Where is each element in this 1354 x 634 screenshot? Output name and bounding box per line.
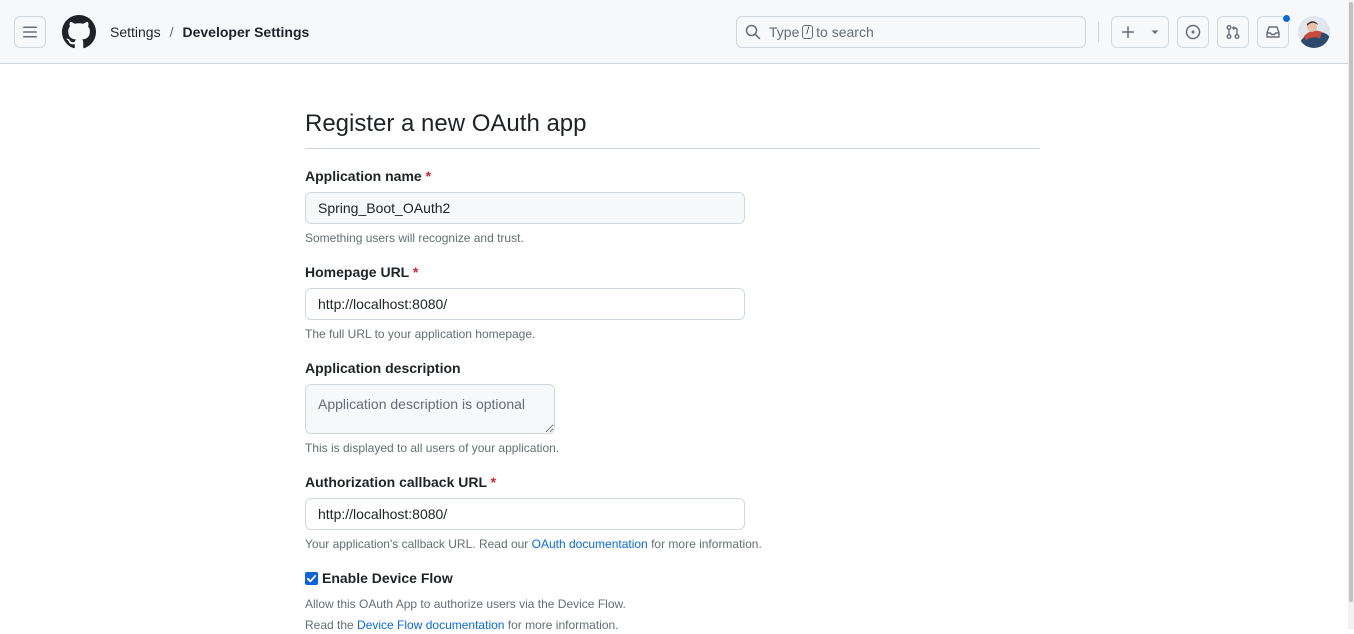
pull-requests-button[interactable] xyxy=(1217,16,1249,48)
enable-device-flow-checkbox[interactable] xyxy=(305,571,318,585)
app-name-note: Something users will recognize and trust… xyxy=(305,231,524,245)
pull-request-icon xyxy=(1226,25,1240,39)
breadcrumb: Settings / Developer Settings xyxy=(110,22,309,42)
user-avatar[interactable] xyxy=(1298,16,1330,48)
breadcrumb-separator: / xyxy=(169,24,174,40)
app-name-label-text: Application name xyxy=(305,168,422,184)
issue-icon xyxy=(1185,24,1201,40)
app-description-textarea[interactable] xyxy=(305,384,555,434)
menu-icon xyxy=(23,26,37,38)
breadcrumb-developer-settings-link[interactable]: Developer Settings xyxy=(182,22,309,42)
device-flow-doc-note: Read the Device Flow documentation for m… xyxy=(305,616,619,634)
menu-button[interactable] xyxy=(14,16,46,48)
issues-button[interactable] xyxy=(1177,16,1209,48)
homepage-url-label: Homepage URL * xyxy=(305,262,418,282)
avatar-image-icon xyxy=(1298,16,1330,48)
breadcrumb-settings-link[interactable]: Settings xyxy=(110,22,161,42)
enable-device-flow-label[interactable]: Enable Device Flow xyxy=(322,568,453,588)
app-description-label-text: Application description xyxy=(305,360,461,376)
device-flow-note: Allow this OAuth App to authorize users … xyxy=(305,597,626,611)
device-flow-documentation-link[interactable]: Device Flow documentation xyxy=(357,618,504,632)
app-name-label: Application name * xyxy=(305,166,431,186)
app-description-note: This is displayed to all users of your a… xyxy=(305,441,560,455)
device-flow-note2-prefix: Read the xyxy=(305,618,354,632)
callback-url-label-text: Authorization callback URL xyxy=(305,474,487,490)
search-shortcut-key: / xyxy=(802,25,814,39)
title-divider xyxy=(305,148,1040,149)
callback-url-note: Your application's callback URL. Read ou… xyxy=(305,535,762,553)
triangle-down-icon xyxy=(1151,30,1159,34)
oauth-documentation-link[interactable]: OAuth documentation xyxy=(532,537,648,551)
create-new-button[interactable] xyxy=(1111,16,1169,48)
inbox-icon xyxy=(1266,26,1280,38)
homepage-url-label-text: Homepage URL xyxy=(305,264,409,280)
header-divider xyxy=(1098,22,1099,42)
search-suffix: to search xyxy=(816,24,874,40)
callback-url-input[interactable] xyxy=(305,498,745,530)
required-mark: * xyxy=(490,474,497,490)
device-flow-row: Enable Device Flow xyxy=(305,568,453,588)
search-icon xyxy=(745,24,761,40)
required-mark: * xyxy=(412,264,419,280)
device-flow-note2-suffix: for more information. xyxy=(507,618,619,632)
scrollbar-thumb[interactable] xyxy=(1349,2,1353,602)
search-input[interactable]: Type / to search xyxy=(736,16,1086,48)
required-mark: * xyxy=(425,168,432,184)
page-scrollbar[interactable] xyxy=(1348,0,1354,629)
page-title: Register a new OAuth app xyxy=(305,110,587,137)
plus-icon xyxy=(1122,26,1134,38)
callback-url-label: Authorization callback URL * xyxy=(305,472,496,492)
search-placeholder: Type / to search xyxy=(769,24,874,40)
search-prefix: Type xyxy=(769,24,800,40)
app-name-input[interactable] xyxy=(305,192,745,224)
github-logo-icon[interactable] xyxy=(62,15,96,49)
callback-note-prefix: Your application's callback URL. Read ou… xyxy=(305,537,529,551)
checkmark-icon xyxy=(306,574,317,582)
notification-indicator xyxy=(1282,14,1291,23)
callback-note-suffix: for more information. xyxy=(651,537,762,551)
top-header: Settings / Developer Settings Type / to … xyxy=(0,0,1348,64)
app-description-label: Application description xyxy=(305,358,461,378)
homepage-url-note: The full URL to your application homepag… xyxy=(305,327,536,341)
homepage-url-input[interactable] xyxy=(305,288,745,320)
